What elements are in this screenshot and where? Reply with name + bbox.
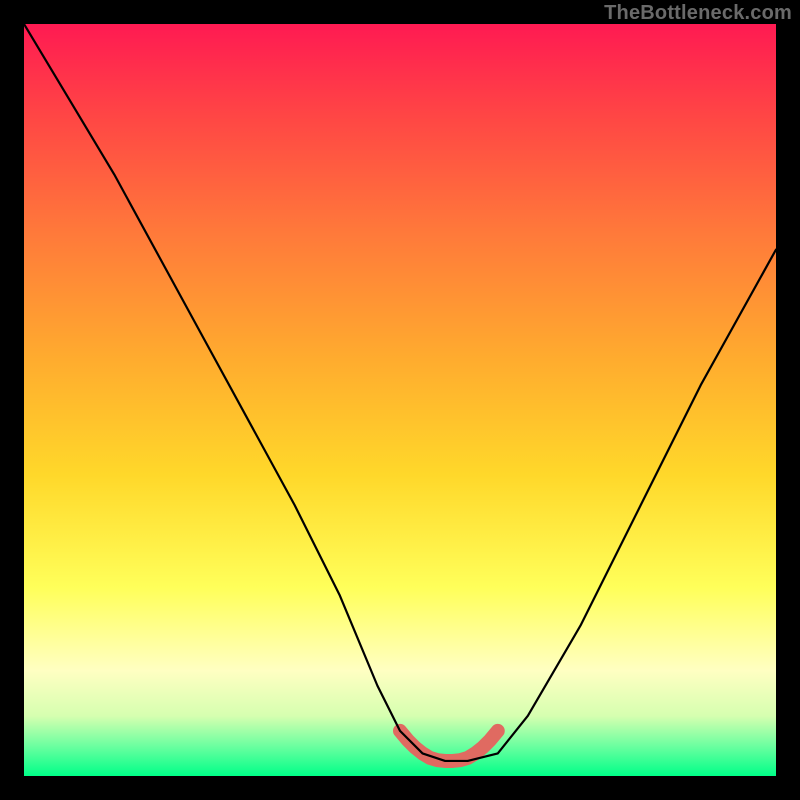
- chart-svg: [24, 24, 776, 776]
- chart-frame: TheBottleneck.com: [0, 0, 800, 800]
- watermark-text: TheBottleneck.com: [604, 2, 792, 25]
- gradient-plot-area: [24, 24, 776, 776]
- bottleneck-curve: [24, 24, 776, 761]
